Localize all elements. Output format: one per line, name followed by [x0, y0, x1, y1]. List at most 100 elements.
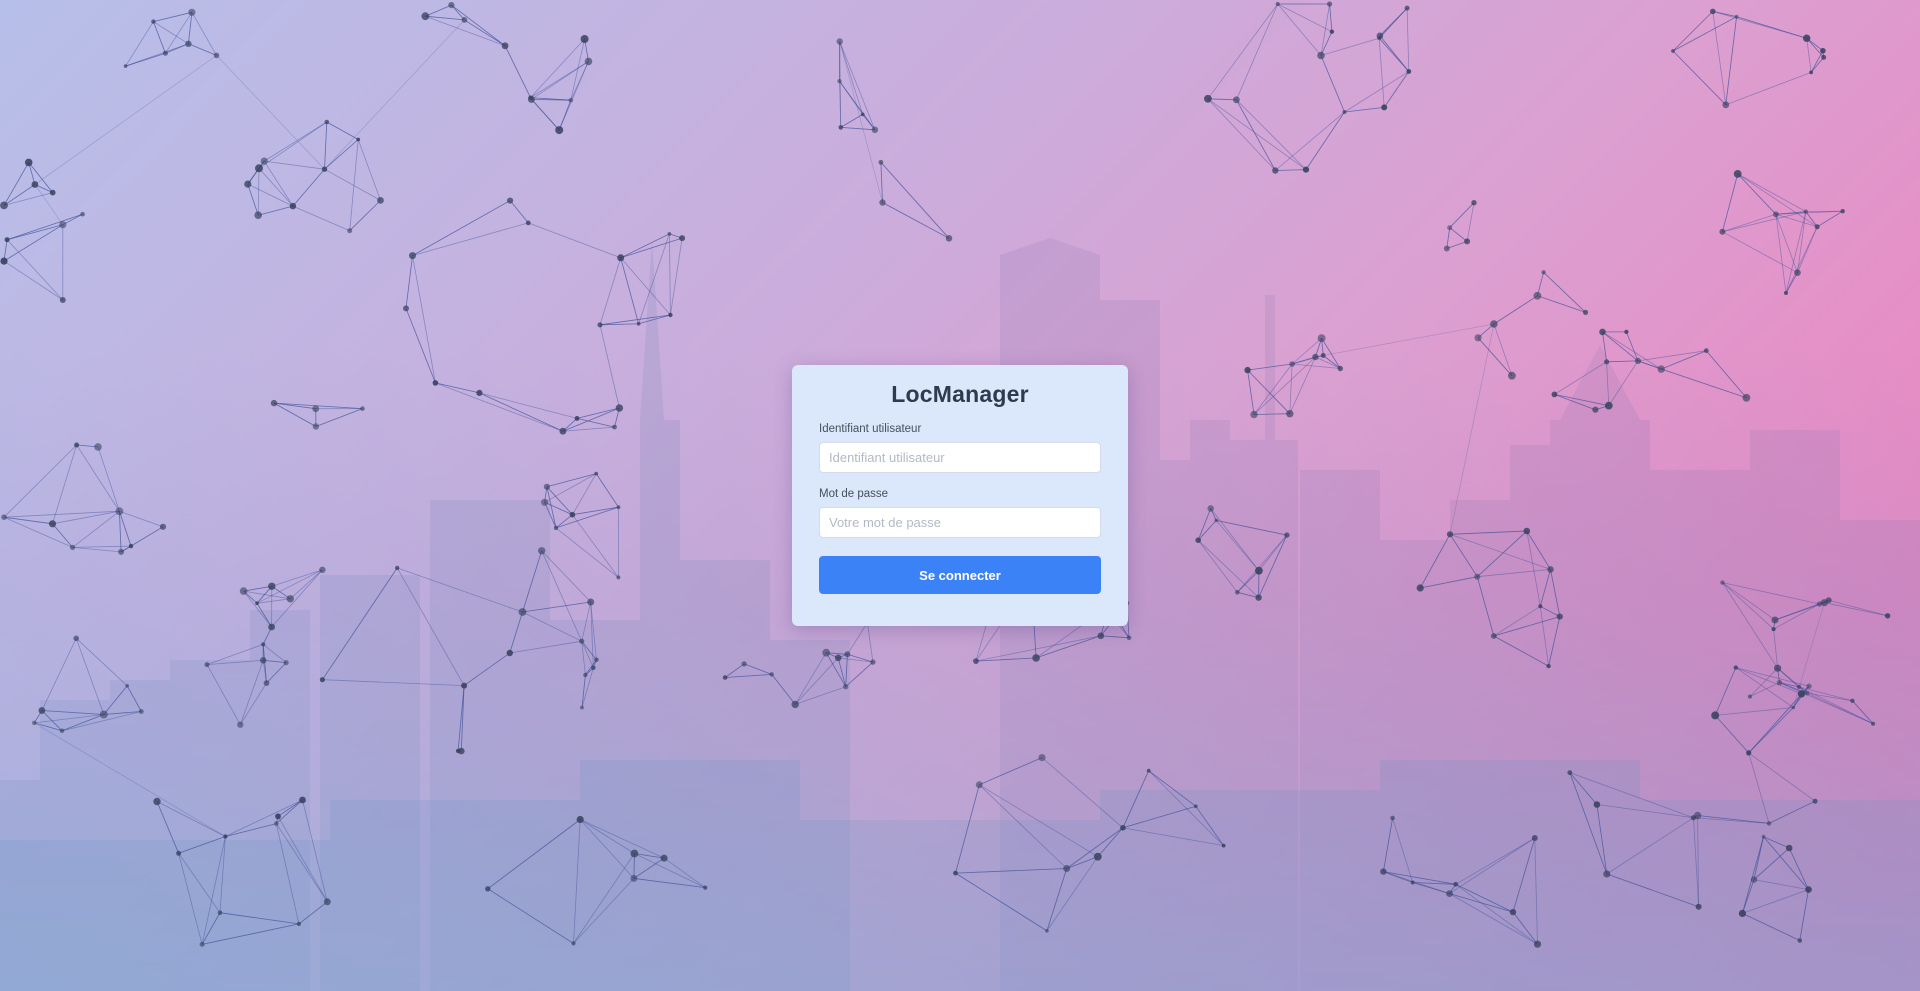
network-node [1447, 225, 1453, 231]
network-node [1474, 573, 1481, 580]
network-node [1711, 711, 1720, 720]
network-link [1661, 350, 1707, 370]
network-node [32, 720, 37, 726]
network-link [178, 836, 226, 854]
network-link [1477, 337, 1513, 376]
network-node [1771, 616, 1779, 624]
network-link [487, 819, 581, 890]
network-node [115, 507, 124, 516]
network-link [1236, 99, 1307, 170]
network-link [72, 510, 120, 548]
network-node [1604, 401, 1613, 410]
network-node [1381, 104, 1388, 111]
network-link [522, 611, 582, 642]
network-node [576, 815, 584, 824]
network-node [506, 649, 513, 657]
network-link [412, 255, 436, 383]
network-node [274, 821, 279, 826]
network-link [396, 567, 465, 686]
network-link [1805, 211, 1818, 228]
network-node [1742, 393, 1751, 402]
network-node [1376, 32, 1384, 40]
network-link [290, 569, 323, 600]
network-node [617, 254, 625, 262]
network-link [1100, 635, 1130, 639]
network-link [1602, 331, 1607, 362]
network-node [324, 119, 330, 125]
network-node [319, 677, 325, 683]
network-link [1777, 667, 1808, 694]
password-input[interactable] [819, 507, 1101, 538]
network-link [41, 710, 104, 715]
network-node [448, 2, 455, 9]
network-node [1796, 684, 1802, 690]
network-link [479, 392, 578, 419]
network-link [1606, 817, 1694, 875]
network-link [555, 514, 573, 529]
network-link [302, 799, 328, 902]
network-link [225, 799, 303, 837]
network-node [660, 854, 668, 862]
network-link [1539, 569, 1551, 607]
network-link [1493, 616, 1560, 637]
network-link [1449, 534, 1478, 577]
network-node [421, 12, 430, 21]
network-link [119, 511, 122, 552]
network-link [795, 686, 846, 705]
network-link [322, 679, 465, 686]
network-link [1378, 38, 1385, 108]
network-link [1247, 369, 1291, 414]
network-link [633, 857, 665, 879]
network-node [870, 659, 876, 665]
network-link [1543, 272, 1586, 313]
network-link [541, 550, 591, 603]
network-link [1736, 16, 1807, 39]
network-node [239, 587, 248, 595]
network-node [1604, 359, 1610, 365]
network-link [322, 567, 398, 680]
network-node [1471, 200, 1477, 206]
network-link [725, 674, 772, 678]
network-node [69, 544, 76, 551]
network-link [580, 819, 665, 859]
network-node [1207, 505, 1214, 512]
network-link [955, 872, 1048, 932]
network-link [1292, 363, 1341, 369]
network-link [349, 200, 381, 231]
network-node [580, 35, 589, 43]
network-node [1097, 632, 1105, 640]
network-link [206, 644, 264, 665]
network-link [882, 202, 950, 239]
network-link [1449, 227, 1468, 242]
network-node [94, 443, 102, 451]
network-link [1602, 331, 1639, 362]
network-node [722, 675, 728, 680]
network-node [1195, 537, 1201, 543]
network-node [769, 672, 774, 677]
network-node [1337, 365, 1344, 372]
network-link [1449, 837, 1536, 894]
username-input[interactable] [819, 442, 1101, 473]
network-link [206, 664, 241, 725]
network-link [1725, 16, 1737, 105]
network-node [1390, 815, 1395, 821]
network-link [6, 239, 64, 301]
network-node [538, 547, 546, 555]
network-link [743, 663, 772, 675]
network-link [326, 121, 359, 140]
network-node [1284, 532, 1290, 538]
login-button[interactable]: Se connecter [819, 556, 1101, 594]
network-node [1671, 49, 1675, 53]
network-link [153, 21, 166, 54]
network-node [403, 305, 409, 312]
network-node [1814, 224, 1820, 230]
network-link [463, 652, 511, 686]
network-node [1774, 664, 1782, 672]
network-node [1244, 366, 1251, 374]
network-link [125, 21, 154, 67]
network-node [1710, 8, 1716, 15]
network-node [616, 575, 621, 580]
network-node [703, 885, 708, 890]
network-node [1583, 309, 1589, 315]
network-node [1785, 844, 1793, 852]
